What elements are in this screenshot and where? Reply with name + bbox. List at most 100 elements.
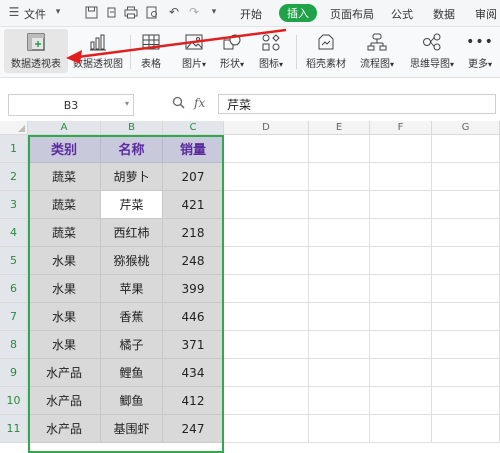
table-cell[interactable] <box>309 219 370 247</box>
table-cell[interactable]: 苹果 <box>101 275 163 303</box>
print-preview-icon[interactable] <box>144 4 160 20</box>
table-cell[interactable]: 446 <box>163 303 224 331</box>
name-box-dropdown-icon[interactable]: ▾ <box>125 99 129 108</box>
table-cell[interactable] <box>224 275 309 303</box>
table-cell[interactable]: 434 <box>163 359 224 387</box>
row-header[interactable]: 7 <box>0 303 28 331</box>
table-cell[interactable]: 水产品 <box>28 387 101 415</box>
column-header[interactable]: F <box>370 121 432 135</box>
row-header[interactable]: 4 <box>0 219 28 247</box>
table-cell[interactable]: 胡萝卜 <box>101 163 163 191</box>
redo-icon[interactable]: ↷ <box>186 4 202 20</box>
icons-button[interactable]: 图标▾ <box>253 29 289 73</box>
table-cell[interactable] <box>370 135 432 163</box>
table-cell[interactable]: 218 <box>163 219 224 247</box>
chevron-down-icon[interactable]: ▾ <box>50 4 66 20</box>
table-cell[interactable]: 猕猴桃 <box>101 247 163 275</box>
table-cell[interactable]: 247 <box>163 415 224 443</box>
table-cell[interactable]: 蔬菜 <box>28 219 101 247</box>
table-cell[interactable]: 芹菜 <box>101 191 163 219</box>
column-header[interactable]: D <box>224 121 309 135</box>
row-header[interactable]: 11 <box>0 415 28 443</box>
table-cell[interactable] <box>432 359 500 387</box>
column-header[interactable]: C <box>163 121 224 135</box>
tab-page-layout[interactable]: 页面布局 <box>330 6 374 22</box>
table-cell[interactable]: 蔬菜 <box>28 163 101 191</box>
undo-icon[interactable]: ↶ <box>166 4 182 20</box>
table-cell[interactable]: 水果 <box>28 331 101 359</box>
customize-chevron-icon[interactable]: ▾ <box>206 4 222 20</box>
table-cell[interactable]: 水果 <box>28 303 101 331</box>
table-cell[interactable]: 248 <box>163 247 224 275</box>
table-cell[interactable] <box>224 135 309 163</box>
table-cell[interactable] <box>309 275 370 303</box>
table-cell[interactable] <box>432 387 500 415</box>
header-cell[interactable]: 销量 <box>163 135 224 163</box>
material-button[interactable]: 稻壳素材 <box>302 29 350 73</box>
table-cell[interactable]: 香蕉 <box>101 303 163 331</box>
save-icon[interactable] <box>83 4 99 20</box>
print-icon[interactable] <box>123 4 139 20</box>
tab-formulas[interactable]: 公式 <box>391 6 413 22</box>
table-cell[interactable] <box>224 247 309 275</box>
table-cell[interactable]: 水产品 <box>28 415 101 443</box>
row-header[interactable]: 8 <box>0 331 28 359</box>
name-box[interactable]: B3 ▾ <box>8 94 134 116</box>
table-cell[interactable] <box>370 191 432 219</box>
table-cell[interactable] <box>370 387 432 415</box>
table-cell[interactable]: 371 <box>163 331 224 359</box>
flowchart-button[interactable]: 流程图▾ <box>355 29 399 73</box>
table-cell[interactable] <box>432 331 500 359</box>
table-button[interactable]: 表格 <box>136 29 166 73</box>
tab-home[interactable]: 开始 <box>240 6 262 22</box>
table-cell[interactable] <box>370 359 432 387</box>
table-cell[interactable] <box>224 415 309 443</box>
table-cell[interactable]: 412 <box>163 387 224 415</box>
pivot-table-button[interactable]: 数据透视表 <box>4 29 68 73</box>
file-menu[interactable]: 文件 <box>24 6 46 22</box>
table-cell[interactable] <box>309 247 370 275</box>
table-cell[interactable]: 421 <box>163 191 224 219</box>
table-cell[interactable] <box>309 415 370 443</box>
table-cell[interactable] <box>309 163 370 191</box>
table-cell[interactable]: 399 <box>163 275 224 303</box>
column-header[interactable]: E <box>309 121 370 135</box>
zoom-icon[interactable] <box>172 96 185 112</box>
table-cell[interactable] <box>309 191 370 219</box>
table-cell[interactable]: 鲤鱼 <box>101 359 163 387</box>
table-cell[interactable]: 蔬菜 <box>28 191 101 219</box>
table-cell[interactable] <box>432 275 500 303</box>
table-cell[interactable] <box>370 275 432 303</box>
table-cell[interactable] <box>224 219 309 247</box>
row-header[interactable]: 6 <box>0 275 28 303</box>
row-header[interactable]: 3 <box>0 191 28 219</box>
shape-button[interactable]: 形状▾ <box>214 29 250 73</box>
header-cell[interactable]: 类别 <box>28 135 101 163</box>
row-header[interactable]: 2 <box>0 163 28 191</box>
select-all-corner[interactable] <box>0 121 28 135</box>
table-cell[interactable] <box>309 135 370 163</box>
table-cell[interactable] <box>432 191 500 219</box>
mindmap-button[interactable]: 思维导图▾ <box>405 29 459 73</box>
tab-data[interactable]: 数据 <box>433 6 455 22</box>
row-header[interactable]: 5 <box>0 247 28 275</box>
table-cell[interactable] <box>309 303 370 331</box>
table-cell[interactable] <box>432 163 500 191</box>
column-header[interactable]: A <box>28 121 101 135</box>
table-cell[interactable] <box>432 303 500 331</box>
table-cell[interactable]: 基围虾 <box>101 415 163 443</box>
table-cell[interactable]: 水果 <box>28 247 101 275</box>
tab-review[interactable]: 审阅 <box>475 6 497 22</box>
table-cell[interactable] <box>224 191 309 219</box>
table-cell[interactable]: 水产品 <box>28 359 101 387</box>
fx-icon[interactable]: fx <box>194 96 205 110</box>
table-cell[interactable] <box>309 387 370 415</box>
hamburger-menu-icon[interactable]: ☰ <box>6 4 22 20</box>
table-cell[interactable] <box>370 219 432 247</box>
header-cell[interactable]: 名称 <box>101 135 163 163</box>
more-button[interactable]: ••• 更多▾ <box>463 29 497 73</box>
row-header[interactable]: 10 <box>0 387 28 415</box>
table-cell[interactable]: 橘子 <box>101 331 163 359</box>
table-cell[interactable] <box>432 135 500 163</box>
formula-input[interactable]: 芹菜 <box>218 94 496 114</box>
